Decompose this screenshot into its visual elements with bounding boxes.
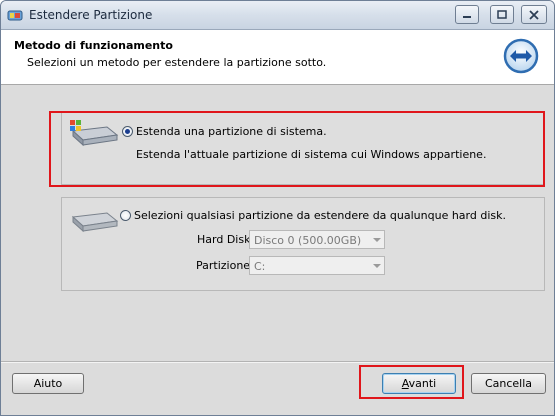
partition-select[interactable]: C: [249, 256, 385, 275]
page-subtitle: Selezioni un metodo per estendere la par… [27, 56, 327, 69]
minimize-icon [463, 15, 471, 18]
chevron-down-icon [373, 264, 381, 268]
windows-drive-icon [70, 120, 119, 147]
any-partition-label[interactable]: Selezioni qualsiasi partizione da estend… [134, 209, 506, 222]
close-icon [529, 9, 539, 20]
next-accelerator: A [401, 377, 409, 390]
partition-label: Partizione [196, 259, 251, 272]
system-partition-radio[interactable] [122, 126, 133, 137]
any-partition-radio[interactable] [120, 210, 131, 221]
next-label-rest: vanti [408, 377, 437, 390]
page-title: Metodo di funzionamento [14, 39, 173, 52]
window-title: Estendere Partizione [29, 8, 153, 22]
next-button[interactable]: Avanti [382, 373, 456, 394]
extend-partition-window: Estendere Partizione Metodo di funzionam… [0, 0, 555, 416]
hard-disk-label: Hard Disk [197, 233, 251, 246]
footer-separator-highlight [1, 362, 554, 363]
wizard-header: Metodo di funzionamento Selezioni un met… [1, 30, 554, 85]
chevron-down-icon [373, 238, 381, 242]
hard-disk-select[interactable]: Disco 0 (500.00GB) [249, 230, 385, 249]
cancel-button[interactable]: Cancella [471, 373, 546, 394]
maximize-button[interactable] [490, 5, 514, 24]
content-area: Estenda una partizione di sistema. Esten… [1, 85, 554, 361]
help-button[interactable]: Aiuto [12, 373, 84, 394]
close-window-button[interactable] [521, 5, 547, 24]
system-partition-label[interactable]: Estenda una partizione di sistema. [136, 125, 327, 138]
partition-value: C: [254, 260, 266, 273]
app-icon [7, 10, 23, 21]
extend-arrows-icon [503, 38, 539, 74]
hard-disk-value: Disco 0 (500.00GB) [254, 234, 362, 247]
drive-icon [71, 212, 119, 233]
title-bar[interactable]: Estendere Partizione [1, 1, 554, 30]
minimize-button[interactable] [455, 5, 479, 24]
maximize-icon [497, 10, 507, 19]
system-partition-description: Estenda l'attuale partizione di sistema … [136, 148, 487, 161]
